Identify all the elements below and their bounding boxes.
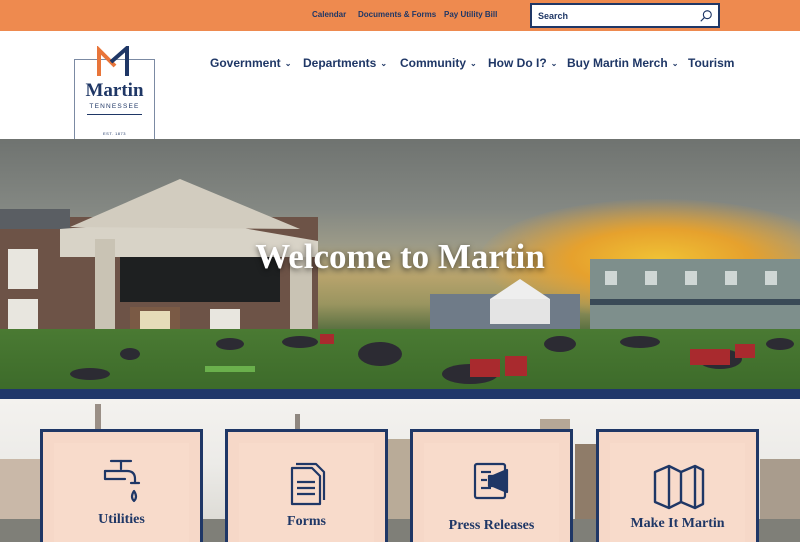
nav-buy-martin-merch[interactable]: Buy Martin Merch ⌄ [567,56,678,70]
nav-label: Tourism [688,56,735,70]
logo-name: Martin [85,80,144,101]
pay-utility-bill-link[interactable]: Pay Utility Bill [444,10,497,19]
nav-community[interactable]: Community ⌄ [400,56,477,70]
nav-government[interactable]: Government ⌄ [210,56,291,70]
faucet-icon [103,459,141,503]
nav-label: Buy Martin Merch [567,56,668,70]
document-icon [290,462,326,506]
chevron-down-icon: ⌄ [380,59,388,68]
search-box [530,3,720,28]
martin-logo[interactable]: Martin TENNESSEE EST. 1873 [74,46,155,142]
hero-crowd-image [70,334,794,384]
calendar-link[interactable]: Calendar [312,10,346,19]
search-icon[interactable] [699,9,713,23]
chevron-down-icon: ⌄ [550,59,558,68]
martin-m-logo-mark [97,46,129,76]
nav-label: Community [400,56,466,70]
quick-link-forms[interactable]: Forms [225,429,388,542]
quick-link-label: Press Releases [448,518,535,533]
chevron-down-icon: ⌄ [470,59,477,68]
logo-state: TENNESSEE [89,103,140,110]
nav-label: Departments [303,56,377,70]
nav-tourism[interactable]: Tourism [688,56,734,70]
quick-link-label: Make It Martin [630,516,725,531]
documents-forms-link[interactable]: Documents & Forms [358,10,436,19]
quick-link-make-it-martin[interactable]: Make It Martin [596,429,759,542]
hero-banner: Welcome to Martin [0,139,800,389]
megaphone-icon [473,462,509,500]
utility-bar: Calendar Documents & Forms Pay Utility B… [0,0,800,31]
hero-title: Welcome to Martin [255,237,545,276]
site-header: Martin TENNESSEE EST. 1873 Government ⌄ D… [0,31,800,142]
chevron-down-icon: ⌄ [671,59,679,68]
logo-established: EST. 1873 [103,131,126,136]
quick-link-label: Forms [287,514,326,529]
nav-label: How Do I? [488,56,547,70]
quick-link-label: Utilities [98,512,145,527]
nav-label: Government [210,56,281,70]
chevron-down-icon: ⌄ [284,59,292,68]
quick-links-section: Utilities Forms Press Releases Make It M… [0,399,800,542]
logo-divider [87,114,142,115]
map-icon [653,464,705,510]
nav-departments[interactable]: Departments ⌄ [303,56,387,70]
nav-how-do-i[interactable]: How Do I? ⌄ [488,56,557,70]
quick-link-utilities[interactable]: Utilities [40,429,203,542]
quick-link-press-releases[interactable]: Press Releases [410,429,573,542]
hero-bottom-band [0,389,800,399]
search-input[interactable] [538,9,698,23]
